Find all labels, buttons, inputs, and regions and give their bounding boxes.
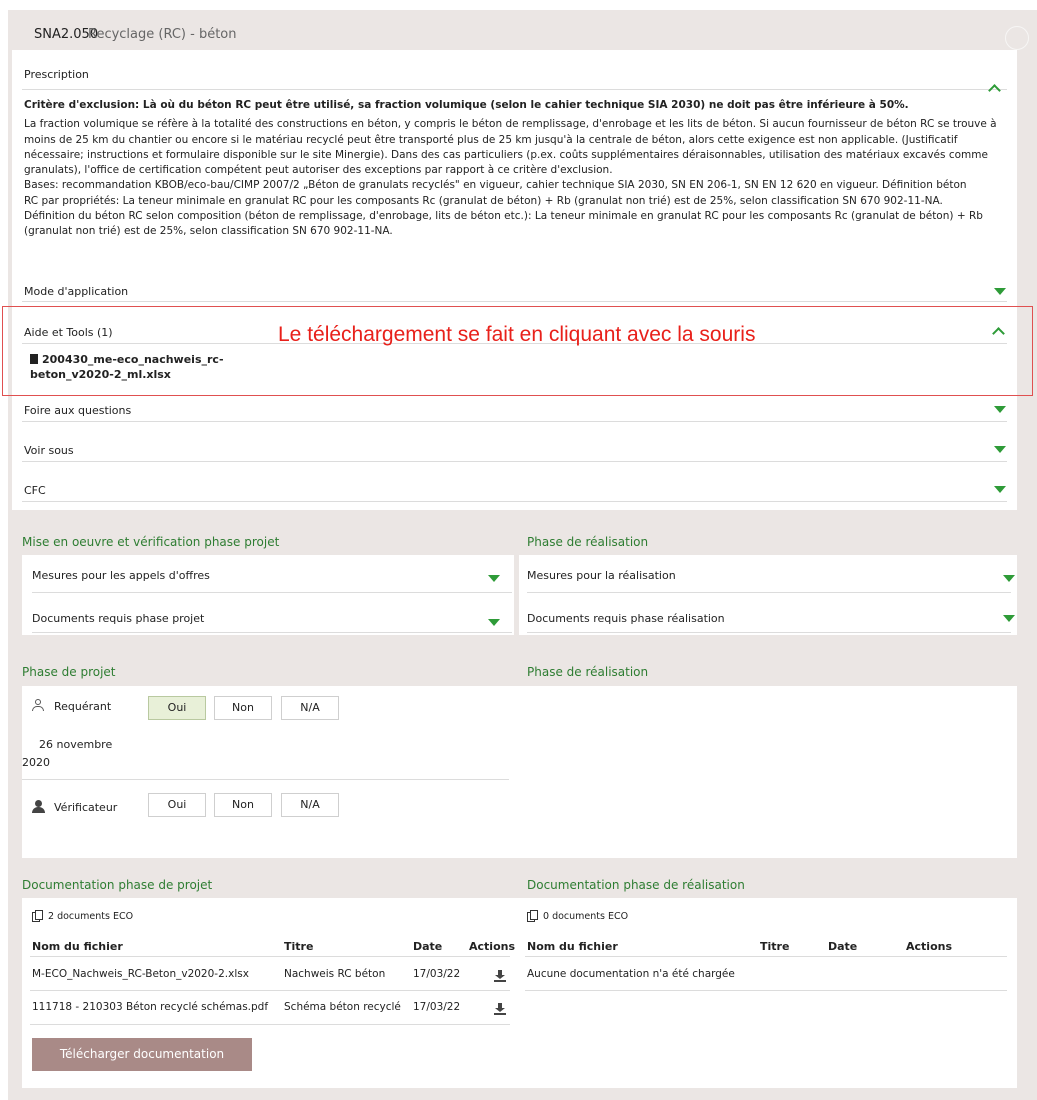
section-faq[interactable]: Foire aux questions <box>22 396 1007 422</box>
divider <box>525 956 1007 957</box>
section-label: Foire aux questions <box>24 404 132 417</box>
dropdown-mesures-realisation[interactable]: Mesures pour la réalisation <box>527 563 1015 593</box>
prescription-line: moins de 25 km du chantier ou encore si … <box>24 133 958 146</box>
prescription-text: Critère d'exclusion: Là où du béton RC p… <box>24 98 1009 240</box>
triangle-down-icon[interactable] <box>994 288 1006 295</box>
triangle-down-icon[interactable] <box>1003 615 1015 622</box>
section-label: CFC <box>24 484 46 497</box>
chevron-up-icon[interactable] <box>988 84 1001 97</box>
documents-icon <box>32 910 43 922</box>
status-circle-icon[interactable] <box>1005 26 1029 50</box>
doc-count: 0 documents ECO <box>543 911 629 922</box>
doc-count: 2 documents ECO <box>48 911 134 922</box>
phase-realisation-title: Phase de réalisation <box>527 665 649 679</box>
requerant-non-button[interactable]: Non <box>214 696 272 720</box>
file-date: 17/03/22 <box>413 968 461 980</box>
mise-en-oeuvre-title: Mise en oeuvre et vérification phase pro… <box>22 535 280 549</box>
dropdown-documents-projet[interactable]: Documents requis phase projet <box>32 607 512 633</box>
column-header: Actions <box>906 940 952 953</box>
file-date: 17/03/22 <box>413 1001 461 1013</box>
prescription-line: granulats), l'office de certification co… <box>24 164 613 177</box>
section-cfc[interactable]: CFC <box>22 476 1007 502</box>
column-header: Titre <box>284 940 314 953</box>
prescription-line: Bases: recommandation KBOB/eco-bau/CIMP … <box>24 179 967 192</box>
prescription-line: (granulat non trié) est de 25%, selon cl… <box>24 225 393 238</box>
verificateur-oui-button[interactable]: Oui <box>148 793 206 817</box>
download-icon[interactable] <box>494 1003 506 1015</box>
divider <box>30 990 510 991</box>
prescription-panel: Prescription Critère d'exclusion: Là où … <box>12 50 1017 510</box>
download-icon[interactable] <box>494 970 506 982</box>
prescription-header[interactable]: Prescription <box>22 64 1007 97</box>
prescription-line: RC par propriétés: La teneur minimale en… <box>24 194 943 207</box>
file-title: Schéma béton recyclé <box>284 1001 401 1013</box>
mise-left-panel: Mesures pour les appels d'offres Documen… <box>22 555 514 635</box>
person-icon <box>32 699 44 711</box>
dropdown-label: Mesures pour les appels d'offres <box>32 569 210 582</box>
verificateur-non-button[interactable]: Non <box>214 793 272 817</box>
dropdown-appels-offres[interactable]: Mesures pour les appels d'offres <box>32 563 512 593</box>
prescription-line: La fraction volumique se réfère à la tot… <box>24 118 997 131</box>
file-name[interactable]: 111718 - 210303 Béton recyclé schémas.pd… <box>32 1001 268 1013</box>
mise-right-panel: Mesures pour la réalisation Documents re… <box>519 555 1017 635</box>
triangle-down-icon[interactable] <box>994 446 1006 453</box>
doc-realisation-title: Documentation phase de réalisation <box>527 878 745 892</box>
prescription-title: Prescription <box>24 68 89 81</box>
requerant-na-button[interactable]: N/A <box>281 696 339 720</box>
dropdown-label: Documents requis phase réalisation <box>527 612 725 625</box>
triangle-down-icon[interactable] <box>1003 575 1015 582</box>
requerant-label: Requérant <box>54 700 112 713</box>
triangle-down-icon[interactable] <box>488 575 500 582</box>
column-header: Date <box>828 940 858 953</box>
section-voir-sous[interactable]: Voir sous <box>22 436 1007 462</box>
section-mode-application[interactable]: Mode d'application <box>22 276 1007 302</box>
column-header: Actions <box>469 940 515 953</box>
empty-message: Aucune documentation n'a été chargée <box>527 968 735 980</box>
column-header: Date <box>413 940 443 953</box>
realisation-title: Phase de réalisation <box>527 535 649 549</box>
divider <box>30 1024 510 1025</box>
annotation-text: Le téléchargement se fait en cliquant av… <box>278 323 756 346</box>
dropdown-label: Documents requis phase projet <box>32 612 205 625</box>
column-header: Nom du fichier <box>527 940 618 953</box>
documents-icon <box>527 910 538 922</box>
verificateur-icon <box>32 800 45 813</box>
triangle-down-icon[interactable] <box>994 406 1006 413</box>
section-label: Mode d'application <box>24 285 129 298</box>
divider <box>525 990 1007 991</box>
prescription-bold: Critère d'exclusion: Là où du béton RC p… <box>24 99 909 111</box>
doc-projet-title: Documentation phase de projet <box>22 878 213 892</box>
prescription-line: nécessaire; instructions et formulaire d… <box>24 148 988 161</box>
annotation-box <box>2 306 1033 396</box>
criterion-name: Recyclage (RC) - béton <box>88 27 237 42</box>
requerant-oui-button[interactable]: Oui <box>148 696 206 720</box>
file-title: Nachweis RC béton <box>284 968 386 980</box>
verificateur-label: Vérificateur <box>54 801 118 814</box>
dropdown-documents-realisation[interactable]: Documents requis phase réalisation <box>527 607 1015 633</box>
divider <box>30 956 510 957</box>
download-documentation-button[interactable]: Télécharger documentation <box>32 1038 252 1071</box>
section-label: Voir sous <box>24 444 74 457</box>
prescription-line: Définition du béton RC selon composition… <box>24 210 983 223</box>
date-line: 2020 <box>22 756 50 769</box>
file-name[interactable]: M-ECO_Nachweis_RC-Beton_v2020-2.xlsx <box>32 968 249 980</box>
phase-projet-title: Phase de projet <box>22 665 116 679</box>
phase-panel: Requérant Oui Non N/A 26 novembre 2020 V… <box>22 686 1017 858</box>
column-header: Nom du fichier <box>32 940 123 953</box>
triangle-down-icon[interactable] <box>488 619 500 626</box>
dropdown-label: Mesures pour la réalisation <box>527 569 676 582</box>
column-header: Titre <box>760 940 790 953</box>
divider <box>22 779 509 780</box>
date-line: 26 novembre <box>39 738 113 751</box>
criterion-header[interactable]: SNA2.050 Recyclage (RC) - béton <box>8 10 1037 54</box>
triangle-down-icon[interactable] <box>994 486 1006 493</box>
verificateur-na-button[interactable]: N/A <box>281 793 339 817</box>
